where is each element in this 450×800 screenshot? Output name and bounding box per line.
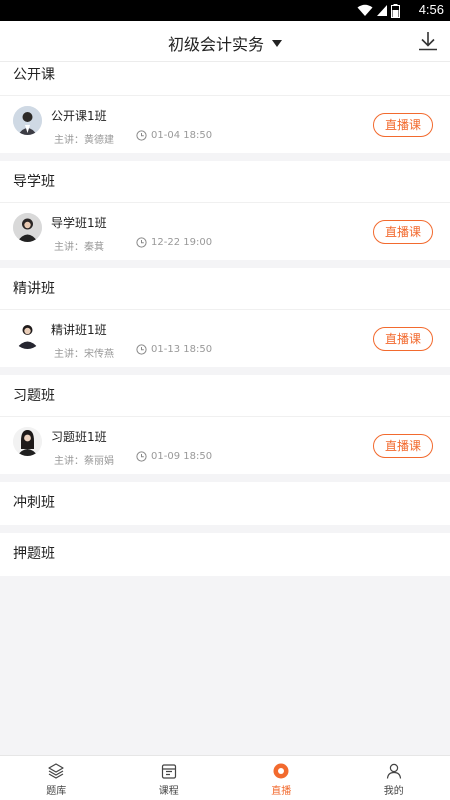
section-title: 导学班 — [0, 161, 450, 203]
tab-label: 直播 — [271, 786, 292, 797]
status-bar: 4:56 — [0, 0, 450, 21]
schedule: 12-22 19:00 — [136, 237, 212, 248]
tab-label: 课程 — [158, 786, 179, 797]
user-icon — [386, 763, 401, 779]
avatar — [13, 106, 42, 135]
tab-label: 题库 — [46, 786, 67, 797]
tab-live[interactable]: 直播 — [225, 756, 338, 800]
section-guided-class: 导学班 导学班1班 主讲：秦萁 12-22 19:00 直播课 — [0, 161, 450, 260]
signal-icon — [377, 5, 387, 16]
caret-down-icon — [272, 40, 282, 47]
status-time: 4:56 — [418, 2, 444, 17]
avatar — [13, 427, 42, 456]
list-item[interactable]: 精讲班1班 主讲：宋传燕 01-13 18:50 直播课 — [0, 310, 450, 367]
schedule-time: 12-22 19:00 — [151, 237, 213, 248]
section-title: 冲刺班 — [13, 495, 55, 511]
section-title: 公开课 — [0, 62, 450, 96]
section-exercise-class: 习题班 习题班1班 主讲：蔡丽娟 01-09 18:50 直播课 — [0, 375, 450, 474]
avatar — [13, 213, 42, 242]
course-name: 导学班1班 — [51, 216, 107, 230]
clock-icon — [136, 451, 147, 462]
schedule: 01-09 18:50 — [136, 451, 212, 462]
list-item[interactable]: 公开课1班 主讲：黄德建 01-04 18:50 直播课 — [0, 96, 450, 153]
tab-me[interactable]: 我的 — [338, 756, 450, 800]
schedule-time: 01-04 18:50 — [151, 130, 213, 141]
teacher-label: 主讲：秦萁 — [54, 242, 104, 253]
teacher-label: 主讲：蔡丽娟 — [54, 456, 114, 467]
schedule-time: 01-09 18:50 — [151, 451, 213, 462]
clock-icon — [136, 237, 147, 248]
live-course-button[interactable]: 直播课 — [373, 220, 433, 244]
list-item[interactable]: 习题班1班 主讲：蔡丽娟 01-09 18:50 直播课 — [0, 417, 450, 474]
live-course-button[interactable]: 直播课 — [373, 327, 433, 351]
list-item[interactable]: 导学班1班 主讲：秦萁 12-22 19:00 直播课 — [0, 203, 450, 260]
course-list: 公开课 公开课1班 主讲：黄德建 01-04 18:50 直播课 导学班 导学班… — [0, 62, 450, 584]
section-open-class: 公开课 公开课1班 主讲：黄德建 01-04 18:50 直播课 — [0, 62, 450, 153]
section-predict-class[interactable]: 押题班 — [0, 533, 450, 576]
teacher-label: 主讲：黄德建 — [54, 135, 114, 146]
teacher-label: 主讲：宋传燕 — [54, 349, 114, 360]
live-icon — [273, 763, 289, 779]
page-title: 初级会计实务 — [167, 35, 264, 54]
bottom-tab-bar: 题库 课程 直播 我的 — [0, 755, 450, 800]
course-name: 公开课1班 — [51, 109, 107, 123]
tab-question-bank[interactable]: 题库 — [0, 756, 113, 800]
avatar — [13, 320, 42, 349]
section-title: 精讲班 — [0, 268, 450, 310]
section-title: 习题班 — [0, 375, 450, 417]
live-course-button[interactable]: 直播课 — [373, 113, 433, 137]
calendar-icon — [161, 764, 176, 779]
top-bar: 初级会计实务 — [0, 21, 450, 62]
course-name: 精讲班1班 — [51, 323, 107, 337]
schedule: 01-13 18:50 — [136, 344, 212, 355]
tab-label: 我的 — [383, 786, 404, 797]
section-lecture-class: 精讲班 精讲班1班 主讲：宋传燕 01-13 18:50 直播课 — [0, 268, 450, 367]
live-course-button[interactable]: 直播课 — [373, 434, 433, 458]
battery-icon — [391, 3, 400, 18]
clock-icon — [136, 344, 147, 355]
layers-icon — [48, 763, 64, 779]
section-sprint-class[interactable]: 冲刺班 — [0, 482, 450, 525]
subject-selector[interactable]: 初级会计实务 — [0, 31, 450, 55]
clock-icon — [136, 130, 147, 141]
tab-courses[interactable]: 课程 — [113, 756, 226, 800]
download-icon[interactable] — [417, 30, 439, 52]
schedule: 01-04 18:50 — [136, 130, 212, 141]
section-title: 押题班 — [13, 546, 55, 562]
course-name: 习题班1班 — [51, 430, 107, 444]
schedule-time: 01-13 18:50 — [151, 344, 213, 355]
wifi-icon — [357, 4, 373, 16]
